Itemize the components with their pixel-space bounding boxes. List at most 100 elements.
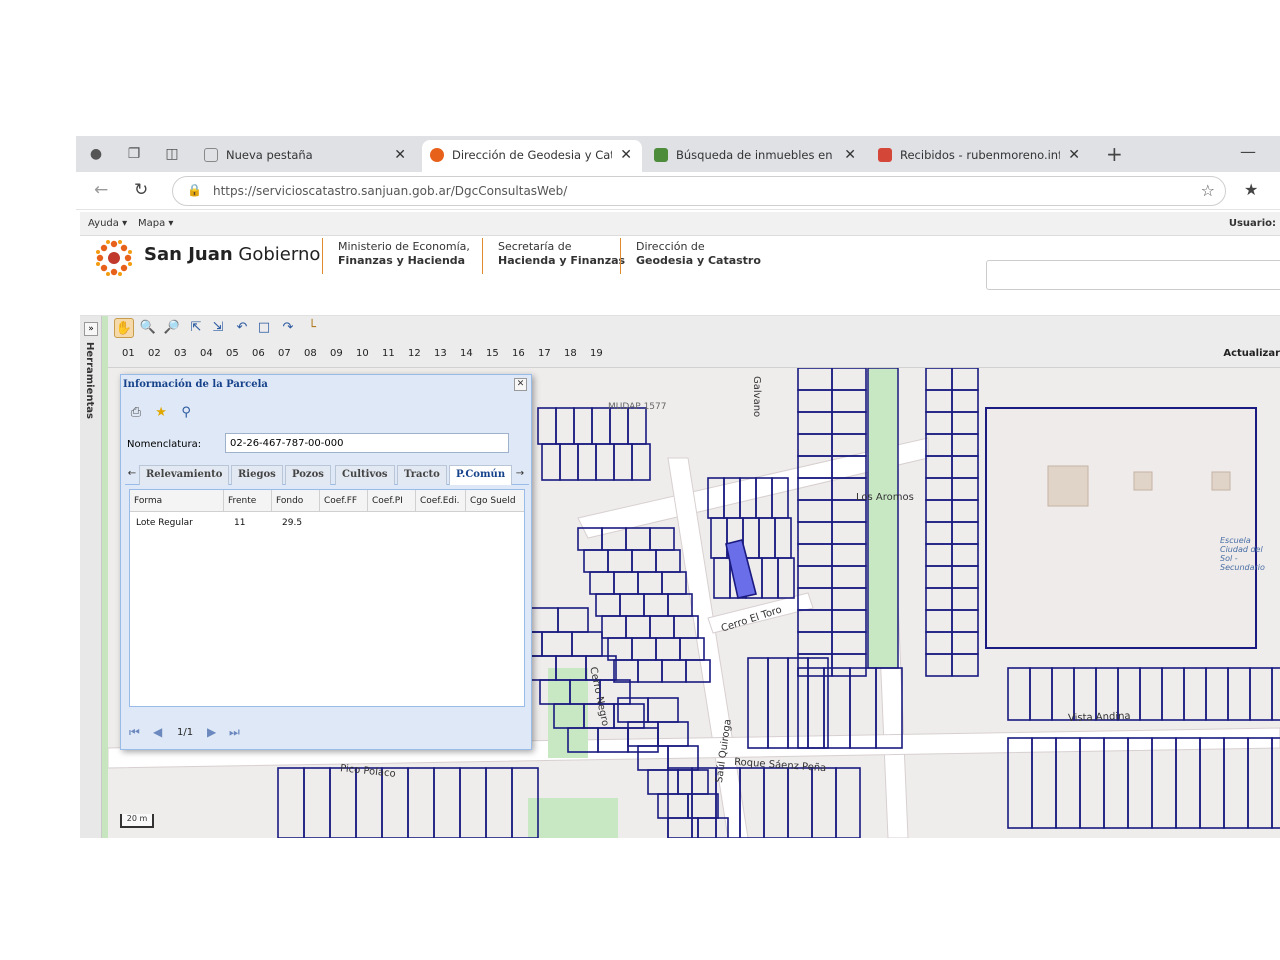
zoom-in-icon[interactable]: 🔍 bbox=[138, 318, 158, 338]
close-icon[interactable]: ✕ bbox=[514, 378, 527, 391]
actualizar-button[interactable]: Actualizar bbox=[1223, 348, 1280, 359]
column-header[interactable]: Forma bbox=[130, 490, 224, 512]
grid-pager: ⏮ ◀ 1/1 ▶ ⏭ bbox=[125, 723, 529, 745]
zoom-level-15[interactable]: 15 bbox=[486, 348, 499, 359]
zoom-level-14[interactable]: 14 bbox=[460, 348, 473, 359]
favorite-star-icon[interactable]: ★ bbox=[152, 405, 170, 421]
undo-icon[interactable]: ↶ bbox=[232, 318, 252, 338]
building bbox=[1133, 471, 1153, 491]
zoom-level-01[interactable]: 01 bbox=[122, 348, 135, 359]
close-tab-icon[interactable]: ✕ bbox=[620, 140, 632, 170]
expand-sidebar-button[interactable]: » bbox=[84, 322, 98, 336]
zoom-level-07[interactable]: 07 bbox=[278, 348, 291, 359]
tab-nueva-pestana[interactable]: Nueva pestaña ✕ bbox=[196, 140, 416, 172]
next-page-icon[interactable]: ▶ bbox=[207, 725, 216, 739]
address-bar: ← ↻ 🔒 https://servicioscatastro.sanjuan.… bbox=[76, 172, 1280, 210]
browser-tab-bar: ● ❐ ◫ Nueva pestaña ✕ Dirección de Geode… bbox=[76, 136, 1280, 172]
tab-geodesia[interactable]: Dirección de Geodesia y Catastro ✕ bbox=[422, 140, 642, 172]
divider bbox=[322, 238, 323, 274]
url-text: https://servicioscatastro.sanjuan.gob.ar… bbox=[213, 184, 568, 198]
zoom-level-19[interactable]: 19 bbox=[590, 348, 603, 359]
workspaces-icon[interactable]: ❐ bbox=[124, 144, 144, 164]
header-search-input[interactable] bbox=[986, 260, 1280, 290]
cell-frente: 11 bbox=[234, 518, 246, 528]
tab-scroll-left-icon[interactable]: ← bbox=[125, 465, 139, 485]
last-page-icon[interactable]: ⏭ bbox=[229, 725, 240, 740]
back-arrow-icon[interactable]: ← bbox=[94, 180, 108, 200]
street-label-vista-andina: Vista Andina bbox=[1067, 710, 1131, 725]
favorite-star-icon[interactable]: ☆ bbox=[1201, 181, 1215, 200]
page-indicator: 1/1 bbox=[177, 727, 194, 738]
full-extent-icon[interactable]: ⇲ bbox=[208, 318, 228, 338]
column-header[interactable]: Cgo Sueld bbox=[466, 490, 524, 512]
column-header[interactable]: Coef.Edi. bbox=[416, 490, 466, 512]
menu-ayuda[interactable]: Ayuda ▾ bbox=[88, 218, 127, 229]
zoom-level-06[interactable]: 06 bbox=[252, 348, 265, 359]
tab-relevamiento[interactable]: Relevamiento bbox=[139, 465, 230, 485]
tab-pozos[interactable]: Pozos bbox=[285, 465, 331, 485]
zoom-out-icon[interactable]: 🔎 bbox=[162, 318, 182, 338]
zoom-level-12[interactable]: 12 bbox=[408, 348, 421, 359]
search-icon[interactable]: ⚲ bbox=[177, 405, 195, 421]
select-box-icon[interactable]: □ bbox=[254, 318, 274, 338]
new-tab-button[interactable]: + bbox=[1106, 142, 1123, 166]
org-direccion: Dirección de Geodesia y Catastro bbox=[636, 240, 761, 268]
reload-icon[interactable]: ↻ bbox=[134, 180, 148, 200]
zoom-level-09[interactable]: 09 bbox=[330, 348, 343, 359]
gmail-icon bbox=[878, 148, 892, 162]
tab-riegos[interactable]: Riegos bbox=[231, 465, 283, 485]
prev-page-icon[interactable]: ◀ bbox=[153, 725, 162, 739]
zoom-level-16[interactable]: 16 bbox=[512, 348, 525, 359]
org-line: Dirección de bbox=[636, 240, 705, 253]
grid-header: Forma Frente Fondo Coef.FF Coef.PI Coef.… bbox=[130, 490, 524, 512]
tab-cultivos[interactable]: Cultivos bbox=[335, 465, 395, 485]
close-tab-icon[interactable]: ✕ bbox=[1068, 140, 1080, 170]
zoom-extent-icon[interactable]: ⇱ bbox=[186, 318, 206, 338]
herramientas-label[interactable]: Herramientas bbox=[84, 342, 95, 419]
zoom-level-03[interactable]: 03 bbox=[174, 348, 187, 359]
measure-icon[interactable]: └ bbox=[302, 318, 322, 338]
profile-icon[interactable]: ● bbox=[86, 144, 106, 164]
column-header[interactable]: Coef.FF bbox=[320, 490, 368, 512]
close-tab-icon[interactable]: ✕ bbox=[844, 140, 856, 170]
parcel-info-window[interactable]: Información de la Parcela ✕ ⎙ ★ ⚲ Nomenc… bbox=[120, 374, 532, 750]
minimize-button[interactable]: — bbox=[1240, 142, 1256, 161]
tab-gmail[interactable]: Recibidos - rubenmoreno.info@g ✕ bbox=[870, 140, 1090, 172]
zoom-level-04[interactable]: 04 bbox=[200, 348, 213, 359]
url-field[interactable]: 🔒 https://servicioscatastro.sanjuan.gob.… bbox=[172, 176, 1226, 206]
herramientas-sidebar: » Herramientas bbox=[80, 316, 102, 838]
zoom-level-11[interactable]: 11 bbox=[382, 348, 395, 359]
building bbox=[1047, 465, 1089, 507]
zoom-level-05[interactable]: 05 bbox=[226, 348, 239, 359]
zoom-level-17[interactable]: 17 bbox=[538, 348, 551, 359]
org-line: Hacienda y Finanzas bbox=[498, 254, 626, 267]
app-menu-bar: Ayuda ▾ Mapa ▾ Usuario: bbox=[80, 212, 1280, 236]
panel-title[interactable]: Información de la Parcela bbox=[121, 375, 531, 395]
building bbox=[1211, 471, 1231, 491]
tab-busqueda[interactable]: Búsqueda de inmuebles en mapa ✕ bbox=[646, 140, 866, 172]
favorites-icon[interactable]: ★ bbox=[1244, 180, 1258, 199]
tab-actions-icon[interactable]: ◫ bbox=[162, 144, 182, 164]
pan-hand-icon[interactable]: ✋ bbox=[114, 318, 134, 338]
first-page-icon[interactable]: ⏮ bbox=[129, 725, 140, 740]
nomenclatura-label: Nomenclatura: bbox=[127, 439, 202, 450]
close-tab-icon[interactable]: ✕ bbox=[394, 140, 406, 170]
zoom-level-13[interactable]: 13 bbox=[434, 348, 447, 359]
zoom-level-18[interactable]: 18 bbox=[564, 348, 577, 359]
redo-icon[interactable]: ↷ bbox=[278, 318, 298, 338]
tab-p-comun[interactable]: P.Común bbox=[449, 465, 513, 485]
zoom-level-02[interactable]: 02 bbox=[148, 348, 161, 359]
tab-title: Nueva pestaña bbox=[226, 148, 313, 162]
nomenclatura-field[interactable] bbox=[225, 433, 509, 453]
menu-mapa[interactable]: Mapa ▾ bbox=[138, 218, 173, 229]
print-icon[interactable]: ⎙ bbox=[127, 405, 145, 421]
p-comun-grid: Forma Frente Fondo Coef.FF Coef.PI Coef.… bbox=[129, 489, 525, 707]
column-header[interactable]: Coef.PI bbox=[368, 490, 416, 512]
zoom-level-08[interactable]: 08 bbox=[304, 348, 317, 359]
tab-tracto[interactable]: Tracto bbox=[397, 465, 447, 485]
zoom-level-10[interactable]: 10 bbox=[356, 348, 369, 359]
tab-scroll-right-icon[interactable]: → bbox=[513, 465, 527, 485]
column-header[interactable]: Frente bbox=[224, 490, 272, 512]
column-header[interactable]: Fondo bbox=[272, 490, 320, 512]
org-ministerio: Ministerio de Economía, Finanzas y Hacie… bbox=[338, 240, 470, 268]
